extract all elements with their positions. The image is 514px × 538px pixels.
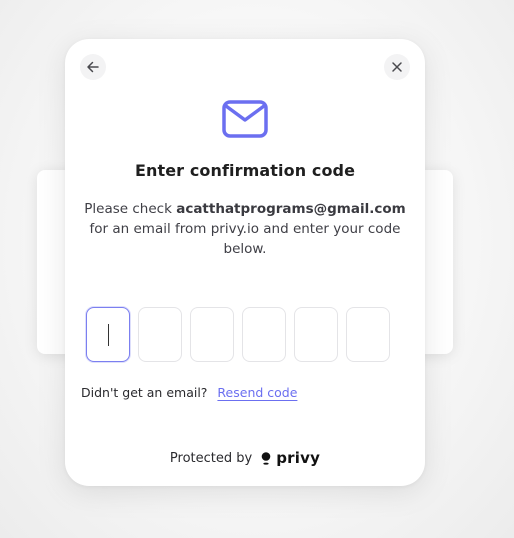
email-address: acatthatprograms@gmail.com [176, 201, 406, 217]
modal-title: Enter confirmation code [134, 161, 356, 180]
code-digit-input-1[interactable] [86, 307, 130, 362]
code-digit-input-2[interactable] [138, 307, 182, 362]
text-caret [107, 323, 109, 346]
close-button[interactable] [384, 54, 410, 80]
privy-logo-icon [261, 451, 271, 465]
close-icon [391, 61, 403, 73]
resend-row: Didn't get an email? Resend code [81, 385, 297, 400]
privy-logo: privy [261, 449, 320, 467]
arrow-left-icon [86, 60, 100, 74]
privy-brand-name: privy [276, 449, 321, 467]
code-digit-input-4[interactable] [242, 307, 286, 362]
confirmation-code-modal: Enter confirmation code Please check aca… [65, 39, 425, 486]
description-suffix: for an email from privy.io and enter you… [89, 221, 401, 257]
footer-label: Protected by [169, 450, 253, 466]
code-digit-input-3[interactable] [190, 307, 234, 362]
description-prefix: Please check [84, 201, 172, 217]
resend-code-link[interactable]: Resend code [217, 385, 297, 400]
code-input-group [86, 307, 390, 362]
code-digit-input-5[interactable] [294, 307, 338, 362]
code-digit-input-6[interactable] [346, 307, 390, 362]
resend-prompt: Didn't get an email? [81, 385, 208, 400]
back-button[interactable] [80, 54, 106, 80]
modal-description: Please check acatthatprograms@gmail.com … [79, 199, 411, 259]
envelope-icon [222, 100, 268, 138]
protected-by-footer: Protected by privy [65, 449, 425, 467]
